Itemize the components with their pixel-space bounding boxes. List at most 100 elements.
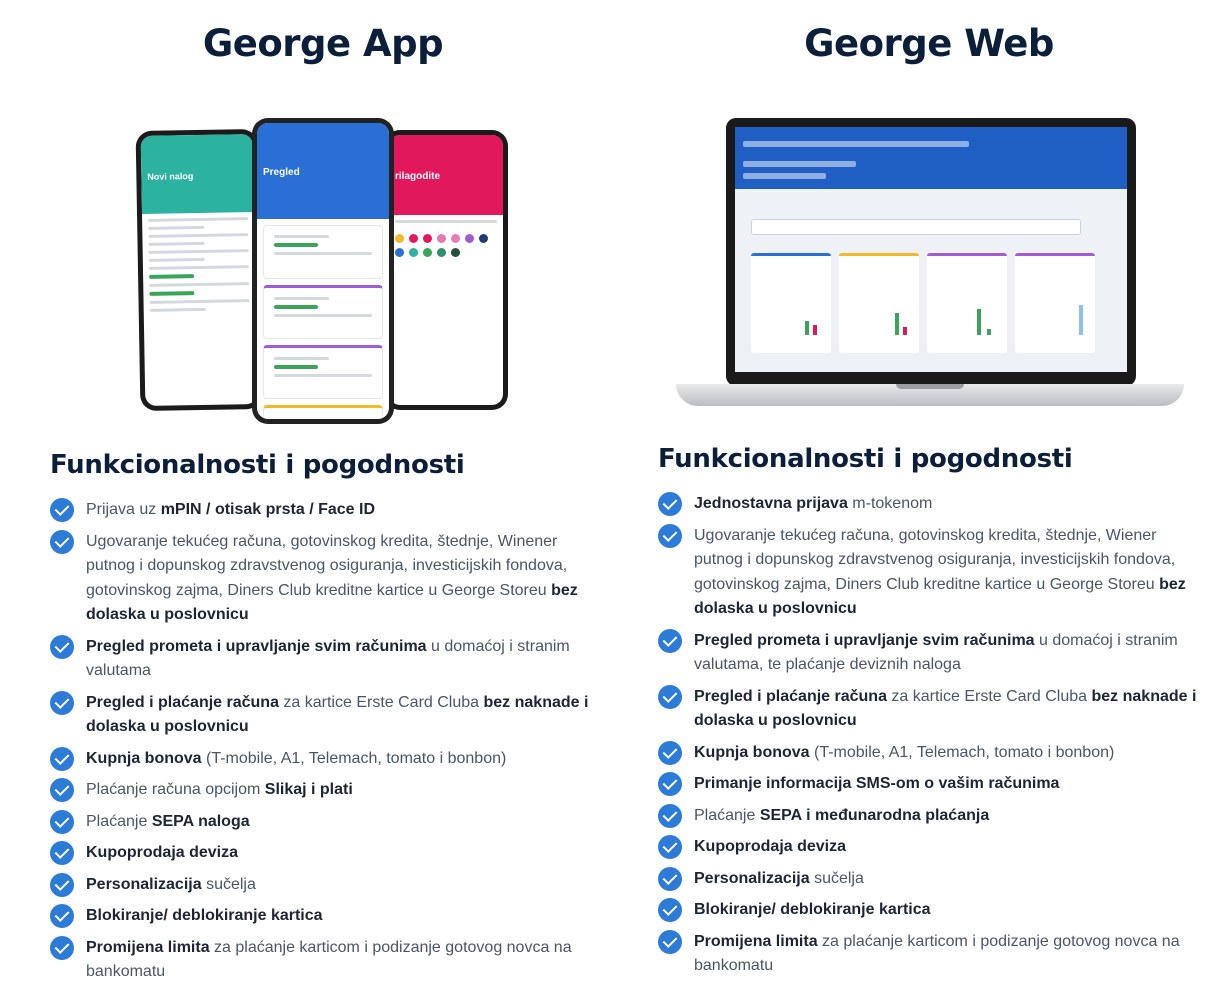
feature-text-bold: Personalizacija bbox=[86, 875, 202, 893]
feature-text-bold: mPIN / otisak prsta / Face ID bbox=[160, 501, 375, 518]
feature-text: Blokiranje/ deblokiranje kartica bbox=[694, 898, 931, 923]
check-circle-icon bbox=[50, 841, 74, 865]
feature-text-bold: Blokiranje/ deblokiranje kartica bbox=[86, 907, 323, 924]
feature-text-part: za kartice Erste Card Cluba bbox=[278, 693, 484, 711]
feature-item: Kupoprodaja deviza bbox=[50, 841, 600, 866]
check-circle-icon bbox=[50, 872, 74, 897]
feature-item: Plaćanje računa opcijom Slikaj i plati bbox=[50, 778, 600, 803]
feature-text-part: (T-mobile, A1, Telemach, tomato i bonbon… bbox=[201, 749, 507, 767]
feature-item: Plaćanje SEPA i međunarodna plaćanja bbox=[658, 803, 1206, 829]
feature-text: Personalizacija sučelja bbox=[694, 867, 864, 892]
feature-text-part: sučelja bbox=[809, 869, 864, 887]
feature-item: Pregled i plaćanje računa za kartice Ers… bbox=[50, 690, 600, 740]
check-circle-icon bbox=[50, 634, 74, 659]
feature-text: Jednostavna prijava m-tokenom bbox=[694, 492, 932, 517]
feature-text-part: (T-mobile, A1, Telemach, tomato i bonbon… bbox=[809, 743, 1115, 761]
feature-item: Personalizacija sučelja bbox=[658, 866, 1206, 892]
check-circle-icon bbox=[658, 492, 682, 516]
feature-text: Pregled i plaćanje računa za kartice Ers… bbox=[86, 691, 600, 740]
check-circle-icon bbox=[658, 835, 682, 859]
check-circle-icon bbox=[50, 904, 74, 928]
feature-item: Primanje informacija SMS-om o vašim raču… bbox=[658, 772, 1206, 797]
feature-text: Promijena limita za plaćanje karticom i … bbox=[694, 930, 1206, 979]
feature-item: Pregled prometa i upravljanje svim račun… bbox=[50, 634, 600, 684]
feature-item: Blokiranje/ deblokiranje kartica bbox=[658, 898, 1206, 923]
feature-item: Ugovaranje tekućeg računa, gotovinskog k… bbox=[658, 523, 1206, 622]
feature-text-bold: Promijena limita bbox=[694, 932, 818, 950]
feature-item: Jednostavna prijava m-tokenom bbox=[658, 492, 1206, 517]
feature-item: Kupnja bonova (T-mobile, A1, Telemach, t… bbox=[658, 740, 1206, 766]
feature-text-part: sučelja bbox=[201, 875, 256, 893]
feature-text-bold: Pregled prometa i upravljanje svim račun… bbox=[694, 631, 1035, 649]
feature-text-bold: Kupoprodaja deviza bbox=[694, 838, 847, 855]
feature-text-bold: Kupnja bonova bbox=[694, 743, 810, 761]
check-circle-icon bbox=[658, 772, 682, 796]
phone-center: Pregled bbox=[252, 118, 394, 424]
feature-text: Plaćanje SEPA i međunarodna plaćanja bbox=[694, 804, 989, 829]
app-features-list: Prijava uz mPIN / otisak prsta / Face ID… bbox=[50, 498, 600, 992]
feature-item: Personalizacija sučelja bbox=[50, 872, 600, 898]
feature-item: Pregled i plaćanje računa za kartice Ers… bbox=[658, 684, 1206, 734]
feature-text: Pregled prometa i upravljanje svim račun… bbox=[86, 635, 600, 684]
check-circle-icon bbox=[658, 898, 682, 922]
check-circle-icon bbox=[50, 935, 74, 960]
feature-text-bold: Pregled i plaćanje računa bbox=[86, 693, 279, 711]
check-circle-icon bbox=[50, 746, 74, 771]
feature-text-bold: Promijena limita bbox=[86, 938, 210, 956]
feature-text-part: Ugovaranje tekućeg računa, gotovinskog k… bbox=[694, 526, 1176, 593]
feature-item: Ugovaranje tekućeg računa, gotovinskog k… bbox=[50, 529, 600, 628]
feature-item: Blokiranje/ deblokiranje kartica bbox=[50, 904, 600, 929]
feature-text: Plaćanje računa opcijom Slikaj i plati bbox=[86, 778, 353, 803]
feature-text-bold: Blokiranje/ deblokiranje kartica bbox=[694, 901, 931, 918]
feature-text-part: Plaćanje računa opcijom bbox=[86, 781, 265, 798]
feature-text: Kupnja bonova (T-mobile, A1, Telemach, t… bbox=[694, 741, 1114, 766]
check-circle-icon bbox=[658, 866, 682, 891]
feature-text-bold: Primanje informacija SMS-om o vašim raču… bbox=[694, 775, 1060, 792]
feature-item: Promijena limita za plaćanje karticom i … bbox=[658, 929, 1206, 979]
feature-text-bold: Jednostavna prijava bbox=[694, 495, 848, 512]
check-circle-icon bbox=[658, 523, 682, 548]
feature-text-bold: Kupnja bonova bbox=[86, 749, 202, 767]
feature-text-bold: Personalizacija bbox=[694, 869, 810, 887]
feature-text: Blokiranje/ deblokiranje kartica bbox=[86, 904, 323, 929]
feature-text: Kupnja bonova (T-mobile, A1, Telemach, t… bbox=[86, 747, 506, 772]
app-features-heading: Funkcionalnosti i pogodnosti bbox=[50, 450, 465, 480]
feature-text: Kupoprodaja deviza bbox=[86, 841, 238, 866]
feature-text-part: Prijava uz bbox=[86, 501, 161, 518]
feature-item: Kupnja bonova (T-mobile, A1, Telemach, t… bbox=[50, 746, 600, 772]
phone-left: Novi nalog bbox=[135, 128, 263, 412]
feature-text-bold: SEPA naloga bbox=[151, 812, 250, 830]
feature-text: Ugovaranje tekućeg računa, gotovinskog k… bbox=[86, 530, 600, 628]
feature-text: Promijena limita za plaćanje karticom i … bbox=[86, 936, 600, 985]
george-web-laptop-image bbox=[676, 118, 1184, 408]
feature-text-part: Plaćanje bbox=[86, 812, 152, 830]
feature-text-bold: Slikaj i plati bbox=[264, 781, 353, 798]
phone-right: rilagodite bbox=[384, 130, 508, 410]
check-circle-icon bbox=[50, 778, 74, 802]
feature-item: Kupoprodaja deviza bbox=[658, 835, 1206, 860]
feature-text-bold: Kupoprodaja deviza bbox=[86, 844, 239, 861]
check-circle-icon bbox=[658, 684, 682, 709]
feature-text: Pregled prometa i upravljanje svim račun… bbox=[694, 629, 1206, 678]
check-circle-icon bbox=[50, 690, 74, 715]
feature-text-part: Plaćanje bbox=[694, 806, 760, 824]
feature-item: Plaćanje SEPA naloga bbox=[50, 809, 600, 835]
george-web-title: George Web bbox=[804, 22, 1054, 65]
check-circle-icon bbox=[658, 803, 682, 828]
feature-text-bold: Pregled prometa i upravljanje svim račun… bbox=[86, 637, 427, 655]
check-circle-icon bbox=[50, 498, 74, 522]
check-circle-icon bbox=[50, 529, 74, 554]
george-app-phones-image: Novi nalog rilagodite Pregled bbox=[135, 118, 510, 424]
feature-item: Promijena limita za plaćanje karticom i … bbox=[50, 935, 600, 985]
feature-item: Prijava uz mPIN / otisak prsta / Face ID bbox=[50, 498, 600, 523]
george-app-title: George App bbox=[202, 22, 444, 65]
web-features-list: Jednostavna prijava m-tokenom Ugovaranje … bbox=[658, 492, 1206, 986]
feature-text-part: m-tokenom bbox=[847, 495, 933, 512]
feature-text: Kupoprodaja deviza bbox=[694, 835, 846, 860]
feature-text: Prijava uz mPIN / otisak prsta / Face ID bbox=[86, 498, 375, 523]
feature-text: Primanje informacija SMS-om o vašim raču… bbox=[694, 772, 1059, 797]
feature-text: Plaćanje SEPA naloga bbox=[86, 810, 250, 835]
feature-item: Pregled prometa i upravljanje svim račun… bbox=[658, 628, 1206, 678]
feature-text: Pregled i plaćanje računa za kartice Ers… bbox=[694, 685, 1206, 734]
feature-text-part: Ugovaranje tekućeg računa, gotovinskog k… bbox=[86, 532, 568, 599]
